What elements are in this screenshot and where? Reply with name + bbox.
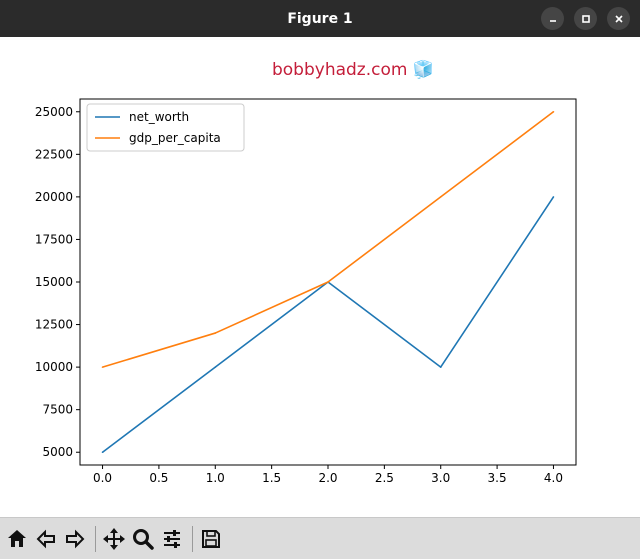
x-tick-label: 0.0: [93, 471, 112, 485]
data-point-gdp-per-capita: [552, 110, 555, 113]
x-tick-label: 1.5: [262, 471, 281, 485]
y-tick-label: 25000: [35, 105, 73, 119]
home-icon[interactable]: [4, 527, 30, 551]
y-tick-label: 20000: [35, 190, 73, 204]
data-point-gdp-per-capita: [327, 281, 329, 283]
legend-label: net_worth: [129, 110, 189, 124]
window-title: Figure 1: [287, 10, 353, 27]
y-tick-label: 22500: [35, 147, 73, 161]
configure-subplots-icon[interactable]: [159, 527, 185, 551]
zoom-icon[interactable]: [130, 527, 156, 551]
chart-title: bobbyhadz.com 🧊: [272, 59, 434, 80]
window-titlebar: Figure 1: [0, 0, 640, 37]
x-tick-label: 2.5: [375, 471, 394, 485]
x-tick-label: 4.0: [544, 471, 563, 485]
y-tick-label: 10000: [35, 360, 73, 374]
series-line-net-worth: [102, 196, 555, 453]
close-icon[interactable]: [607, 7, 630, 30]
x-tick-label: 2.0: [318, 471, 337, 485]
forward-icon[interactable]: [62, 527, 88, 551]
data-point-net-worth: [439, 366, 442, 368]
back-icon[interactable]: [33, 527, 59, 551]
x-tick-label: 0.5: [149, 471, 168, 485]
line-chart: bobbyhadz.com 🧊 0.0 0.5 1.0 1.5 2.0 2.5 3.0 3.5…: [35, 59, 577, 485]
minimize-icon[interactable]: [541, 7, 564, 30]
maximize-icon[interactable]: [574, 7, 597, 30]
data-point-gdp-per-capita: [214, 332, 217, 334]
plot-axes: 0.0 0.5 1.0 1.5 2.0 2.5 3.0 3.5 4.0 5000 7500 10000…: [35, 98, 577, 485]
data-point-gdp-per-capita: [101, 366, 104, 368]
pan-icon[interactable]: [101, 527, 127, 551]
y-tick-label: 17500: [35, 232, 73, 246]
save-icon[interactable]: [198, 527, 224, 551]
navigation-toolbar: [0, 517, 640, 559]
data-point-net-worth: [214, 366, 217, 368]
figure-canvas: bobbyhadz.com 🧊 0.0 0.5 1.0 1.5 2.0 2.5 3.0 3.5…: [0, 37, 640, 517]
toolbar-separator: [192, 526, 193, 552]
legend-label: gdp_per_capita: [129, 131, 221, 145]
x-tick-label: 1.0: [206, 471, 225, 485]
data-point-net-worth: [552, 196, 555, 198]
y-tick-label: 15000: [35, 275, 73, 289]
y-tick-label: 7500: [42, 403, 73, 417]
x-tick-label: 3.0: [431, 471, 450, 485]
data-point-net-worth: [101, 451, 104, 454]
x-tick-label: 3.5: [488, 471, 507, 485]
y-tick-label: 5000: [42, 445, 73, 459]
window-controls: [541, 7, 630, 30]
y-tick-label: 12500: [35, 318, 73, 332]
toolbar-separator: [95, 526, 96, 552]
data-point-gdp-per-capita: [439, 196, 442, 198]
